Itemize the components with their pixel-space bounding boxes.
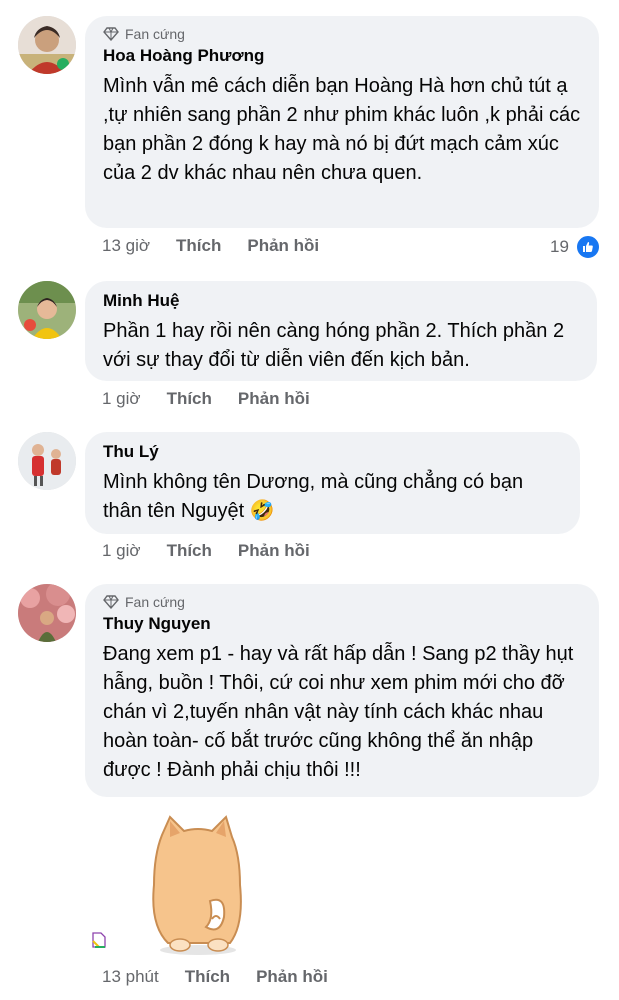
like-button[interactable]: Thích	[167, 541, 212, 561]
comment-time[interactable]: 13 phút	[102, 967, 159, 987]
comment-actions: 13 phút Thích Phản hồi	[102, 967, 354, 987]
comment-actions: 1 giờ Thích Phản hồi	[102, 389, 336, 409]
badge-label: Fan cứng	[125, 26, 185, 42]
comment-bubble: Fan cứng Thuy Nguyen Đang xem p1 - hay v…	[85, 584, 599, 797]
comment-time[interactable]: 1 giờ	[102, 541, 141, 561]
avatar-image	[18, 16, 76, 74]
badge-label: Fan cứng	[125, 594, 185, 610]
comment-time[interactable]: 13 giờ	[102, 236, 150, 256]
comment-text: Mình vẫn mê cách diễn bạn Hoàng Hà hơn c…	[103, 75, 581, 184]
reaction-count: 19	[550, 237, 569, 256]
sticker-image	[152, 815, 242, 955]
comment-time[interactable]: 1 giờ	[102, 389, 141, 409]
reaction-summary[interactable]: 19	[550, 234, 601, 260]
commenter-name[interactable]: Minh Huệ	[103, 291, 579, 311]
reply-button[interactable]: Phản hồi	[256, 967, 328, 987]
reply-button[interactable]: Phản hồi	[247, 236, 319, 256]
commenter-name[interactable]: Hoa Hoàng Phương	[103, 46, 581, 66]
reply-button[interactable]: Phản hồi	[238, 541, 310, 561]
like-thumb-icon	[574, 234, 601, 260]
comment-actions: 1 giờ Thích Phản hồi	[102, 541, 336, 561]
rofl-emoji: 🤣	[249, 500, 275, 522]
avatar-hoa-hoang-phuong[interactable]	[18, 16, 76, 74]
like-button[interactable]: Thích	[176, 236, 221, 256]
comment-bubble: Thu Lý Mình không tên Dương, mà cũng chẳ…	[85, 432, 580, 534]
comment-text: Mình không tên Dương, mà cũng chẳng có b…	[103, 471, 524, 522]
sticker-file-icon	[92, 932, 106, 953]
avatar-minh-hue[interactable]	[18, 281, 76, 339]
comment-actions: 13 giờ Thích Phản hồi	[102, 236, 345, 256]
comment-text: Đang xem p1 - hay và rất hấp dẫn ! Sang …	[103, 643, 574, 781]
avatar-thu-ly[interactable]	[18, 432, 76, 490]
comment-text: Phần 1 hay rồi nên càng hóng phần 2. Thí…	[103, 320, 565, 371]
avatar-image	[18, 432, 76, 490]
fan-badge[interactable]: Fan cứng	[103, 26, 581, 42]
reply-button[interactable]: Phản hồi	[238, 389, 310, 409]
comment-bubble: Fan cứng Hoa Hoàng Phương Mình vẫn mê cá…	[85, 16, 599, 228]
commenter-name[interactable]: Thu Lý	[103, 442, 562, 462]
like-button[interactable]: Thích	[185, 967, 230, 987]
avatar-image	[18, 281, 76, 339]
avatar-image	[18, 584, 76, 642]
diamond-icon	[103, 27, 119, 41]
comment-bubble: Minh Huệ Phần 1 hay rồi nên càng hóng ph…	[85, 281, 597, 381]
like-button[interactable]: Thích	[167, 389, 212, 409]
shiba-dog-sticker[interactable]	[140, 815, 250, 955]
commenter-name[interactable]: Thuy Nguyen	[103, 614, 581, 634]
fan-badge[interactable]: Fan cứng	[103, 594, 581, 610]
diamond-icon	[103, 595, 119, 609]
avatar-thuy-nguyen[interactable]	[18, 584, 76, 642]
comment-text-wrap: Mình không tên Dương, mà cũng chẳng có b…	[103, 468, 562, 526]
